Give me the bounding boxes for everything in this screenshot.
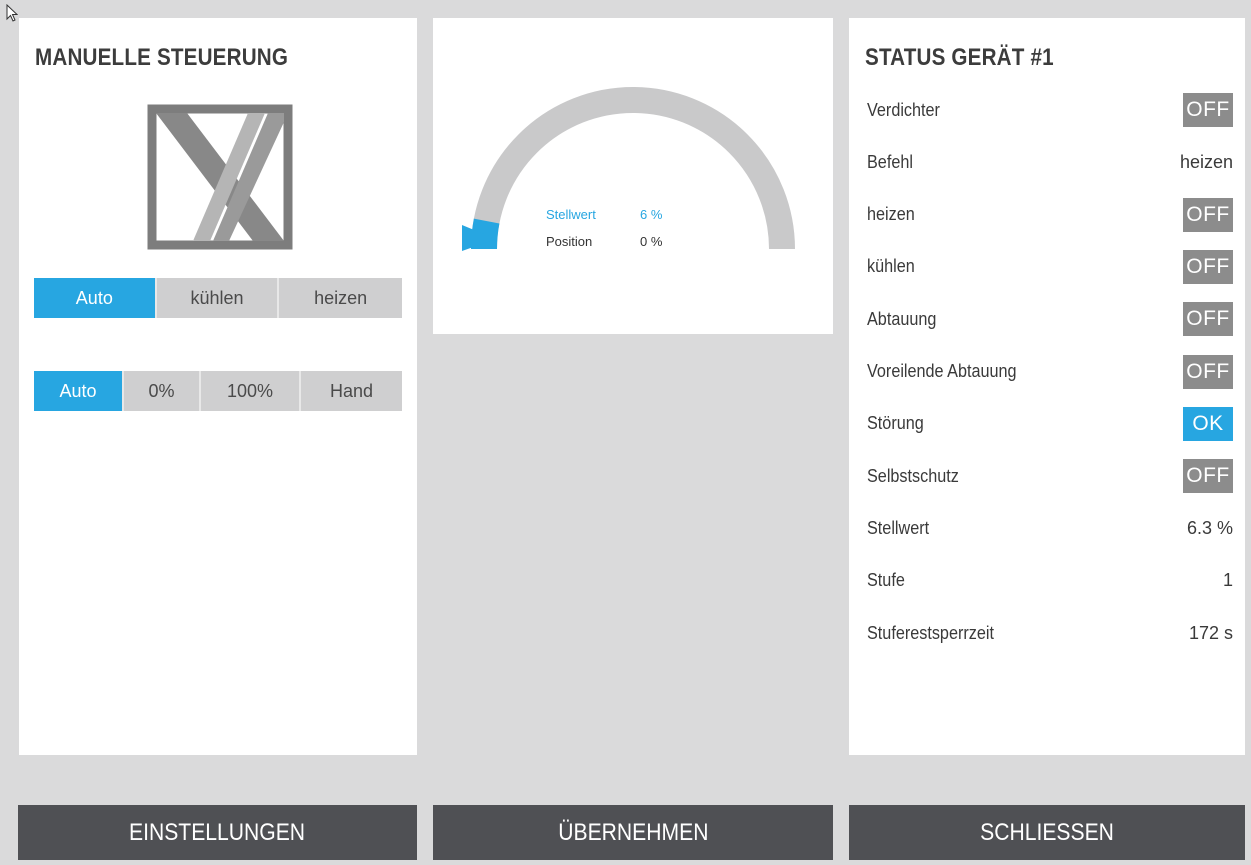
mode-option-cooling[interactable]: kühlen <box>156 278 280 318</box>
status-badge: OFF <box>1183 197 1233 232</box>
gauge-track <box>471 87 795 250</box>
status-row: Befehl heizen <box>867 144 1233 180</box>
device-status-panel: STATUS GERÄT #1 Verdichter OFF Befehl heize… <box>849 18 1245 755</box>
status-row-value: 1 <box>1222 570 1233 591</box>
status-row-label: Stellwert <box>867 517 930 538</box>
status-row-label: Befehl <box>867 151 913 172</box>
status-row-value: heizen <box>1179 151 1233 172</box>
status-row: kühlen OFF <box>867 249 1233 285</box>
status-row-label: Verdichter <box>867 99 940 120</box>
status-row: Selbstschutz OFF <box>867 458 1233 494</box>
status-row-label: Abtauung <box>867 308 937 329</box>
status-badge: OK <box>1183 406 1233 441</box>
status-badge: OFF <box>1183 249 1233 284</box>
status-row: heizen OFF <box>867 197 1233 233</box>
mouse-cursor-icon <box>6 4 18 22</box>
position-value: 0 % <box>640 234 663 249</box>
mode-option-heating[interactable]: heizen <box>279 278 402 318</box>
status-row: Stellwert 6.3 % <box>867 510 1233 546</box>
status-row-label: kühlen <box>867 256 915 277</box>
position-option-auto[interactable]: Auto <box>34 371 124 411</box>
position-option-100-percent[interactable]: 100% <box>201 371 301 411</box>
status-row-label: Voreilende Abtauung <box>867 361 1017 381</box>
apply-button-label: ÜBERNEHMEN <box>557 819 709 846</box>
status-row-value: 172 s <box>1188 622 1233 643</box>
device-status-title: STATUS GERÄT #1 <box>865 44 1054 71</box>
status-badge: OFF <box>1183 459 1233 494</box>
status-badge: OFF <box>1183 354 1233 389</box>
gauge-panel: Stellwert 6 % Position 0 % <box>433 18 833 334</box>
status-row-label: Selbstschutz <box>867 465 959 486</box>
close-button-label: SCHLIESSEN <box>980 819 1114 846</box>
status-row: Stuferestsperrzeit 172 s <box>867 615 1233 651</box>
status-row-label: heizen <box>867 204 915 225</box>
close-button[interactable]: SCHLIESSEN <box>849 805 1245 860</box>
mode-selector: Auto kühlen heizen <box>34 278 402 318</box>
status-row: Stufe 1 <box>867 563 1233 599</box>
position-option-manual[interactable]: Hand <box>301 371 402 411</box>
status-row: Verdichter OFF <box>867 92 1233 128</box>
valve-x-icon <box>147 104 293 250</box>
status-row: Störung OK <box>867 406 1233 442</box>
status-row: Voreilende Abtauung OFF <box>867 354 1233 390</box>
settings-button-label: EINSTELLUNGEN <box>129 819 306 846</box>
status-row-label: Stufe <box>867 570 905 591</box>
status-row: Abtauung OFF <box>867 301 1233 337</box>
settings-button[interactable]: EINSTELLUNGEN <box>18 805 417 860</box>
position-selector: Auto 0% 100% Hand <box>34 371 402 411</box>
status-badge: OFF <box>1183 302 1233 337</box>
status-row-value: 6.3 % <box>1186 517 1233 538</box>
status-badge: OFF <box>1183 93 1233 127</box>
position-option-0-percent[interactable]: 0% <box>124 371 201 411</box>
setpoint-label: Stellwert <box>546 207 596 222</box>
manual-control-title: MANUELLE STEUERUNG <box>35 44 289 71</box>
setpoint-value: 6 % <box>640 207 663 222</box>
position-gauge: Stellwert 6 % Position 0 % <box>462 87 795 251</box>
manual-control-panel: MANUELLE STEUERUNG Auto kühlen heizen Au… <box>19 18 417 755</box>
status-row-label: Stuferestsperrzeit <box>867 622 994 643</box>
apply-button[interactable]: ÜBERNEHMEN <box>433 805 833 860</box>
status-row-label: Störung <box>867 413 924 434</box>
position-label: Position <box>546 234 592 249</box>
mode-option-auto[interactable]: Auto <box>34 278 157 318</box>
